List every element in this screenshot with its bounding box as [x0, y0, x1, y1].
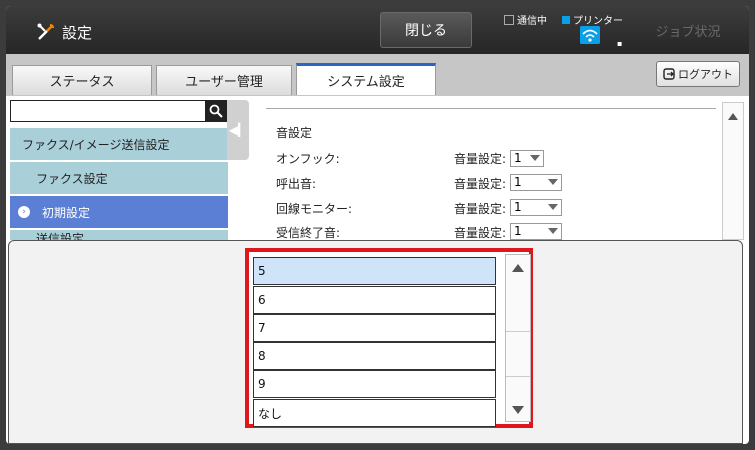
page-title: 設定 — [62, 24, 93, 42]
chevron-down-icon — [548, 228, 558, 234]
divider — [266, 108, 716, 109]
chevron-down-icon — [530, 155, 540, 161]
search-icon — [209, 104, 223, 118]
wifi-icon — [580, 26, 600, 44]
select-value: 1 — [514, 151, 522, 165]
job-status-button[interactable]: ジョブ状況 — [636, 12, 740, 48]
dropdown-option-7[interactable]: 7 — [253, 314, 496, 342]
setting-label-ringtone: 呼出音: — [276, 177, 317, 191]
dropdown-option-9[interactable]: 9 — [253, 370, 496, 398]
sidebar-item-fax-image-send[interactable]: ファクス/イメージ送信設定 — [10, 128, 228, 160]
section-heading: 音設定 — [276, 126, 313, 140]
sidebar-item-label: 送信設定 — [36, 232, 85, 240]
setting-label-receive-end: 受信終了音: — [276, 226, 341, 240]
select-value: 1 — [514, 175, 522, 189]
settings-tools-icon — [37, 23, 54, 40]
volume-select-line-monitor[interactable]: 1 — [510, 199, 562, 216]
signal-dot-icon: ▪ — [617, 39, 623, 48]
volume-label: 音量設定: — [454, 226, 507, 240]
sidebar-item-send-settings[interactable]: 送信設定 — [10, 230, 228, 240]
dropdown-option-8[interactable]: 8 — [253, 342, 496, 370]
content-scrollbar[interactable] — [722, 102, 744, 240]
logout-button[interactable]: ログアウト — [656, 61, 740, 87]
volume-select-ringtone[interactable]: 1 — [510, 174, 562, 191]
logout-icon — [663, 68, 675, 80]
dropdown-scrollbar[interactable] — [505, 254, 531, 422]
chevron-down-icon — [548, 204, 558, 210]
status-communicating: 通信中 — [504, 12, 547, 27]
logout-label: ログアウト — [678, 68, 733, 81]
volume-select-receive-end[interactable]: 1 — [510, 223, 562, 240]
select-value: 1 — [514, 200, 522, 214]
collapse-left-icon: ◀▎ — [228, 123, 248, 137]
volume-label: 音量設定: — [454, 177, 507, 191]
volume-label: 音量設定: — [454, 152, 507, 166]
selected-arrow-icon: › — [18, 206, 30, 218]
setting-label-line-monitor: 回線モニター: — [276, 202, 353, 216]
scroll-up-icon[interactable] — [512, 264, 524, 272]
select-value: 1 — [514, 224, 522, 238]
sidebar-item-initial-settings[interactable]: › 初期設定 — [10, 196, 228, 228]
comm-indicator-icon — [504, 14, 514, 25]
close-button[interactable]: 閉じる — [380, 12, 472, 48]
sidebar-item-label: 初期設定 — [42, 205, 91, 220]
dropdown-option-none[interactable]: なし — [253, 399, 496, 427]
sidebar-collapse-button[interactable]: ◀▎ — [227, 100, 249, 160]
scroll-down-icon[interactable] — [512, 406, 524, 414]
dropdown-option-5[interactable]: 5 — [253, 257, 496, 285]
scroll-up-icon — [728, 113, 738, 120]
status-printer: プリンター — [562, 12, 623, 27]
volume-dropdown-list: 5 6 7 8 9 なし — [245, 248, 533, 428]
setting-label-onhook: オンフック: — [276, 152, 340, 166]
tab-system-settings[interactable]: システム設定 — [296, 63, 436, 95]
sidebar-item-label: ファクス設定 — [36, 171, 108, 186]
printer-indicator-icon — [562, 15, 570, 24]
sidebar-item-label: ファクス/イメージ送信設定 — [22, 137, 170, 152]
volume-select-onhook[interactable]: 1 — [510, 150, 544, 167]
search-input[interactable] — [10, 100, 208, 122]
volume-label: 音量設定: — [454, 202, 507, 216]
status-comm-label: 通信中 — [517, 16, 547, 27]
dropdown-option-6[interactable]: 6 — [253, 286, 496, 314]
tab-user-management[interactable]: ユーザー管理 — [156, 65, 292, 95]
tab-status[interactable]: ステータス — [12, 65, 152, 95]
sidebar-item-fax-settings[interactable]: ファクス設定 — [10, 162, 228, 194]
status-printer-label: プリンター — [573, 16, 623, 27]
scroll-thumb[interactable] — [506, 331, 530, 377]
chevron-down-icon — [548, 179, 558, 185]
search-button[interactable] — [205, 100, 227, 122]
